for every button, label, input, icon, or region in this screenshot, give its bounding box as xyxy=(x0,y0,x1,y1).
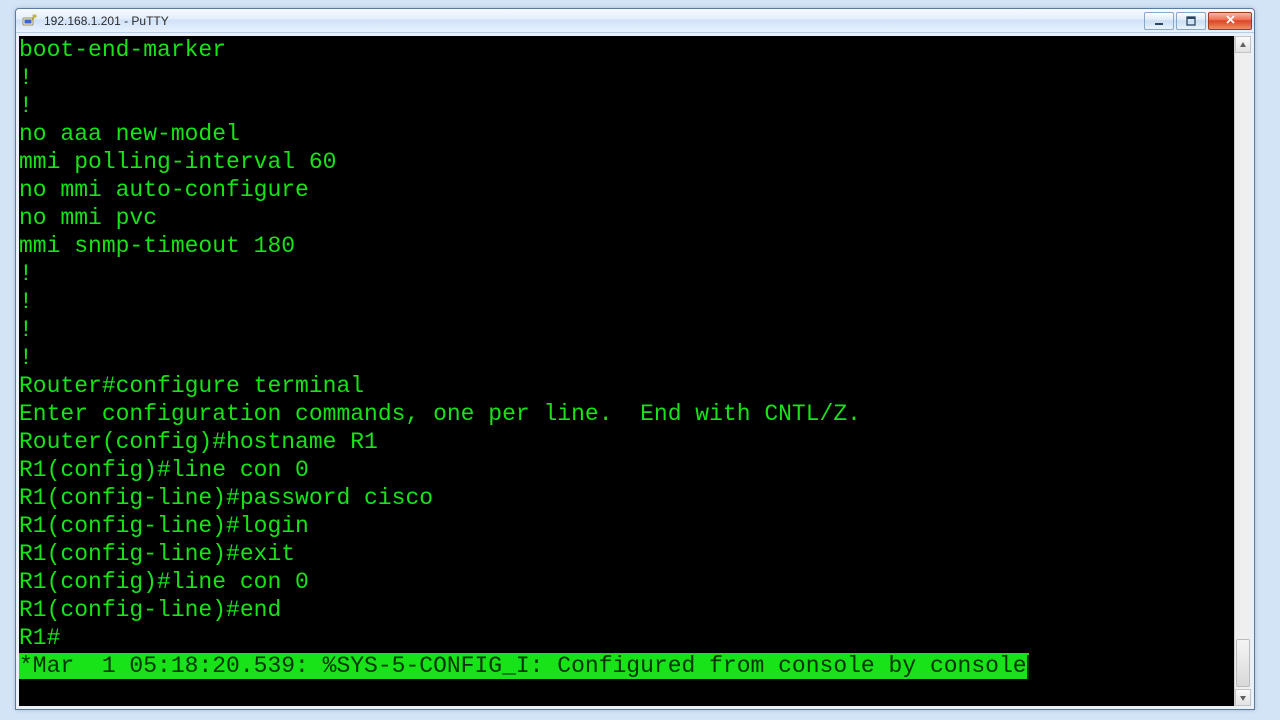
scroll-track[interactable] xyxy=(1235,53,1251,689)
terminal-line: R1(config-line)#password cisco xyxy=(19,484,1234,512)
close-button[interactable] xyxy=(1208,12,1252,30)
terminal-line: R1(config-line)#login xyxy=(19,512,1234,540)
terminal-line: mmi polling-interval 60 xyxy=(19,148,1234,176)
terminal-line: R1(config)#line con 0 xyxy=(19,568,1234,596)
terminal-line: R1(config-line)#exit xyxy=(19,540,1234,568)
terminal-highlight-line: *Mar 1 05:18:20.539: %SYS-5-CONFIG_I: Co… xyxy=(19,652,1234,680)
scroll-thumb[interactable] xyxy=(1236,639,1250,687)
terminal-line: ! xyxy=(19,64,1234,92)
client-area: boot-end-marker!!no aaa new-modelmmi pol… xyxy=(16,33,1254,709)
window-title: 192.168.1.201 - PuTTY xyxy=(44,14,169,28)
title-bar[interactable]: 192.168.1.201 - PuTTY xyxy=(16,9,1254,33)
scroll-down-button[interactable] xyxy=(1235,689,1251,706)
terminal-line: ! xyxy=(19,260,1234,288)
terminal-line: ! xyxy=(19,288,1234,316)
putty-window: 192.168.1.201 - PuTTY boot-end-marker!!n… xyxy=(15,8,1255,710)
maximize-button[interactable] xyxy=(1176,12,1206,30)
terminal-line: no mmi auto-configure xyxy=(19,176,1234,204)
scroll-up-button[interactable] xyxy=(1235,36,1251,53)
minimize-button[interactable] xyxy=(1144,12,1174,30)
terminal-cursor xyxy=(1027,653,1029,679)
terminal-line: no mmi pvc xyxy=(19,204,1234,232)
terminal-line: no aaa new-model xyxy=(19,120,1234,148)
terminal-line: R1# xyxy=(19,624,1234,652)
terminal-line: boot-end-marker xyxy=(19,36,1234,64)
window-controls xyxy=(1144,12,1252,30)
terminal-line: R1(config-line)#end xyxy=(19,596,1234,624)
terminal-output[interactable]: boot-end-marker!!no aaa new-modelmmi pol… xyxy=(19,36,1234,706)
terminal-line: ! xyxy=(19,316,1234,344)
terminal-line: Router#configure terminal xyxy=(19,372,1234,400)
close-icon xyxy=(1225,14,1236,28)
terminal-line: ! xyxy=(19,92,1234,120)
terminal-line: ! xyxy=(19,344,1234,372)
putty-app-icon xyxy=(22,13,38,29)
terminal-line: Router(config)#hostname R1 xyxy=(19,428,1234,456)
terminal-line: Enter configuration commands, one per li… xyxy=(19,400,1234,428)
terminal-line: mmi snmp-timeout 180 xyxy=(19,232,1234,260)
terminal-line: R1(config)#line con 0 xyxy=(19,456,1234,484)
terminal-wrap: boot-end-marker!!no aaa new-modelmmi pol… xyxy=(19,36,1251,706)
vertical-scrollbar[interactable] xyxy=(1234,36,1251,706)
